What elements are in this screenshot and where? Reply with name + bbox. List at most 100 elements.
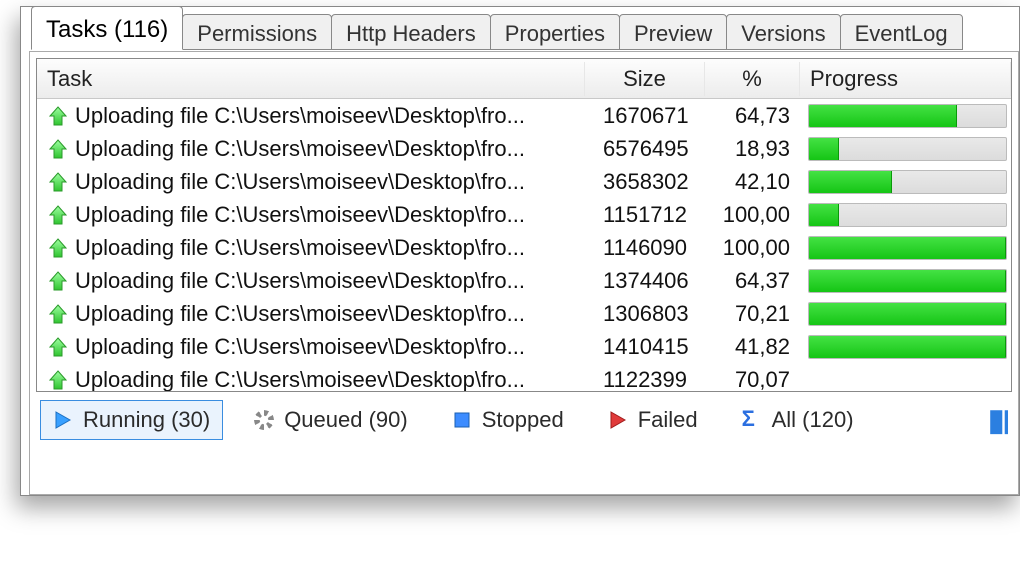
cell-progress xyxy=(800,376,1011,384)
tabs-bar: Tasks (116) Permissions Http Headers Pro… xyxy=(31,6,1020,50)
upload-arrow-icon xyxy=(47,237,69,259)
tab-permissions[interactable]: Permissions xyxy=(182,14,332,50)
task-text: Uploading file C:\Users\moiseev\Desktop\… xyxy=(75,235,525,261)
cell-progress xyxy=(800,331,1011,363)
table-row[interactable]: Uploading file C:\Users\moiseev\Desktop\… xyxy=(37,330,1011,363)
table-body: Uploading file C:\Users\moiseev\Desktop\… xyxy=(37,99,1011,391)
cell-progress xyxy=(800,133,1011,165)
cell-progress xyxy=(800,298,1011,330)
tab-tasks[interactable]: Tasks (116) xyxy=(31,6,183,50)
queue-spinner-icon xyxy=(254,410,274,430)
cell-size: 1410415 xyxy=(585,332,705,362)
table-row[interactable]: Uploading file C:\Users\moiseev\Desktop\… xyxy=(37,363,1011,391)
progress-bar xyxy=(808,104,1007,128)
cell-task: Uploading file C:\Users\moiseev\Desktop\… xyxy=(37,233,585,263)
filter-stopped[interactable]: Stopped xyxy=(439,400,577,440)
cell-size: 1374406 xyxy=(585,266,705,296)
cell-task: Uploading file C:\Users\moiseev\Desktop\… xyxy=(37,332,585,362)
upload-arrow-icon xyxy=(47,303,69,325)
table-row[interactable]: Uploading file C:\Users\moiseev\Desktop\… xyxy=(37,99,1011,132)
table-row[interactable]: Uploading file C:\Users\moiseev\Desktop\… xyxy=(37,297,1011,330)
upload-arrow-icon xyxy=(47,270,69,292)
filter-running[interactable]: Running (30) xyxy=(40,400,223,440)
cell-task: Uploading file C:\Users\moiseev\Desktop\… xyxy=(37,299,585,329)
progress-bar xyxy=(808,236,1007,260)
filter-running-label: Running (30) xyxy=(83,407,210,433)
cell-percent: 70,21 xyxy=(705,299,800,329)
progress-bar xyxy=(808,335,1007,359)
cell-progress xyxy=(800,199,1011,231)
filter-queued-label: Queued (90) xyxy=(284,407,408,433)
cell-percent: 100,00 xyxy=(705,233,800,263)
cell-percent: 42,10 xyxy=(705,167,800,197)
progress-bar xyxy=(808,170,1007,194)
table-row[interactable]: Uploading file C:\Users\moiseev\Desktop\… xyxy=(37,198,1011,231)
progress-bar xyxy=(808,302,1007,326)
upload-arrow-icon xyxy=(47,171,69,193)
sigma-icon: Σ xyxy=(742,410,762,430)
filter-stopped-label: Stopped xyxy=(482,407,564,433)
cell-task: Uploading file C:\Users\moiseev\Desktop\… xyxy=(37,266,585,296)
upload-arrow-icon xyxy=(47,138,69,160)
cell-task: Uploading file C:\Users\moiseev\Desktop\… xyxy=(37,167,585,197)
cell-task: Uploading file C:\Users\moiseev\Desktop\… xyxy=(37,200,585,230)
tab-preview[interactable]: Preview xyxy=(619,14,727,50)
cell-size: 1146090 xyxy=(585,233,705,263)
column-progress[interactable]: Progress xyxy=(800,62,1011,96)
cell-progress xyxy=(800,265,1011,297)
filter-failed[interactable]: Failed xyxy=(595,400,711,440)
upload-arrow-icon xyxy=(47,204,69,226)
column-size[interactable]: Size xyxy=(585,62,705,96)
cell-size: 1151712 xyxy=(585,200,705,230)
progress-bar xyxy=(808,137,1007,161)
cell-percent: 41,82 xyxy=(705,332,800,362)
status-filters: Running (30) Queued (90) Stopped Failed … xyxy=(36,392,1012,444)
cell-percent: 64,73 xyxy=(705,101,800,131)
cell-size: 1670671 xyxy=(585,101,705,131)
failed-icon xyxy=(608,410,628,430)
play-icon xyxy=(53,410,73,430)
cell-percent: 70,07 xyxy=(705,365,800,392)
table-row[interactable]: Uploading file C:\Users\moiseev\Desktop\… xyxy=(37,165,1011,198)
cell-task: Uploading file C:\Users\moiseev\Desktop\… xyxy=(37,101,585,131)
task-text: Uploading file C:\Users\moiseev\Desktop\… xyxy=(75,301,525,327)
table-row[interactable]: Uploading file C:\Users\moiseev\Desktop\… xyxy=(37,132,1011,165)
table-header: Task Size % Progress xyxy=(37,59,1011,99)
tab-eventlog[interactable]: EventLog xyxy=(840,14,963,50)
pause-button[interactable]: ▮▮ xyxy=(988,403,1008,438)
tasks-panel: Task Size % Progress Uploading file C:\U… xyxy=(29,51,1019,495)
task-text: Uploading file C:\Users\moiseev\Desktop\… xyxy=(75,169,525,195)
upload-arrow-icon xyxy=(47,336,69,358)
progress-bar xyxy=(808,269,1007,293)
table-row[interactable]: Uploading file C:\Users\moiseev\Desktop\… xyxy=(37,231,1011,264)
filter-all[interactable]: Σ All (120) xyxy=(729,400,867,440)
cell-size: 3658302 xyxy=(585,167,705,197)
column-task[interactable]: Task xyxy=(37,62,585,96)
cell-progress xyxy=(800,232,1011,264)
filter-queued[interactable]: Queued (90) xyxy=(241,400,421,440)
table-row[interactable]: Uploading file C:\Users\moiseev\Desktop\… xyxy=(37,264,1011,297)
tab-properties[interactable]: Properties xyxy=(490,14,620,50)
progress-bar xyxy=(808,203,1007,227)
filter-failed-label: Failed xyxy=(638,407,698,433)
tab-http-headers[interactable]: Http Headers xyxy=(331,14,491,50)
task-text: Uploading file C:\Users\moiseev\Desktop\… xyxy=(75,268,525,294)
task-text: Uploading file C:\Users\moiseev\Desktop\… xyxy=(75,136,525,162)
cell-size: 6576495 xyxy=(585,134,705,164)
tasks-table: Task Size % Progress Uploading file C:\U… xyxy=(36,58,1012,392)
cell-percent: 64,37 xyxy=(705,266,800,296)
task-text: Uploading file C:\Users\moiseev\Desktop\… xyxy=(75,202,525,228)
column-percent[interactable]: % xyxy=(705,62,800,96)
task-text: Uploading file C:\Users\moiseev\Desktop\… xyxy=(75,334,525,360)
cell-task: Uploading file C:\Users\moiseev\Desktop\… xyxy=(37,134,585,164)
cell-percent: 100,00 xyxy=(705,200,800,230)
cell-size: 1306803 xyxy=(585,299,705,329)
tab-versions[interactable]: Versions xyxy=(726,14,840,50)
cell-percent: 18,93 xyxy=(705,134,800,164)
stop-icon xyxy=(452,410,472,430)
task-text: Uploading file C:\Users\moiseev\Desktop\… xyxy=(75,367,525,392)
upload-arrow-icon xyxy=(47,105,69,127)
upload-arrow-icon xyxy=(47,369,69,391)
cell-task: Uploading file C:\Users\moiseev\Desktop\… xyxy=(37,365,585,392)
task-text: Uploading file C:\Users\moiseev\Desktop\… xyxy=(75,103,525,129)
